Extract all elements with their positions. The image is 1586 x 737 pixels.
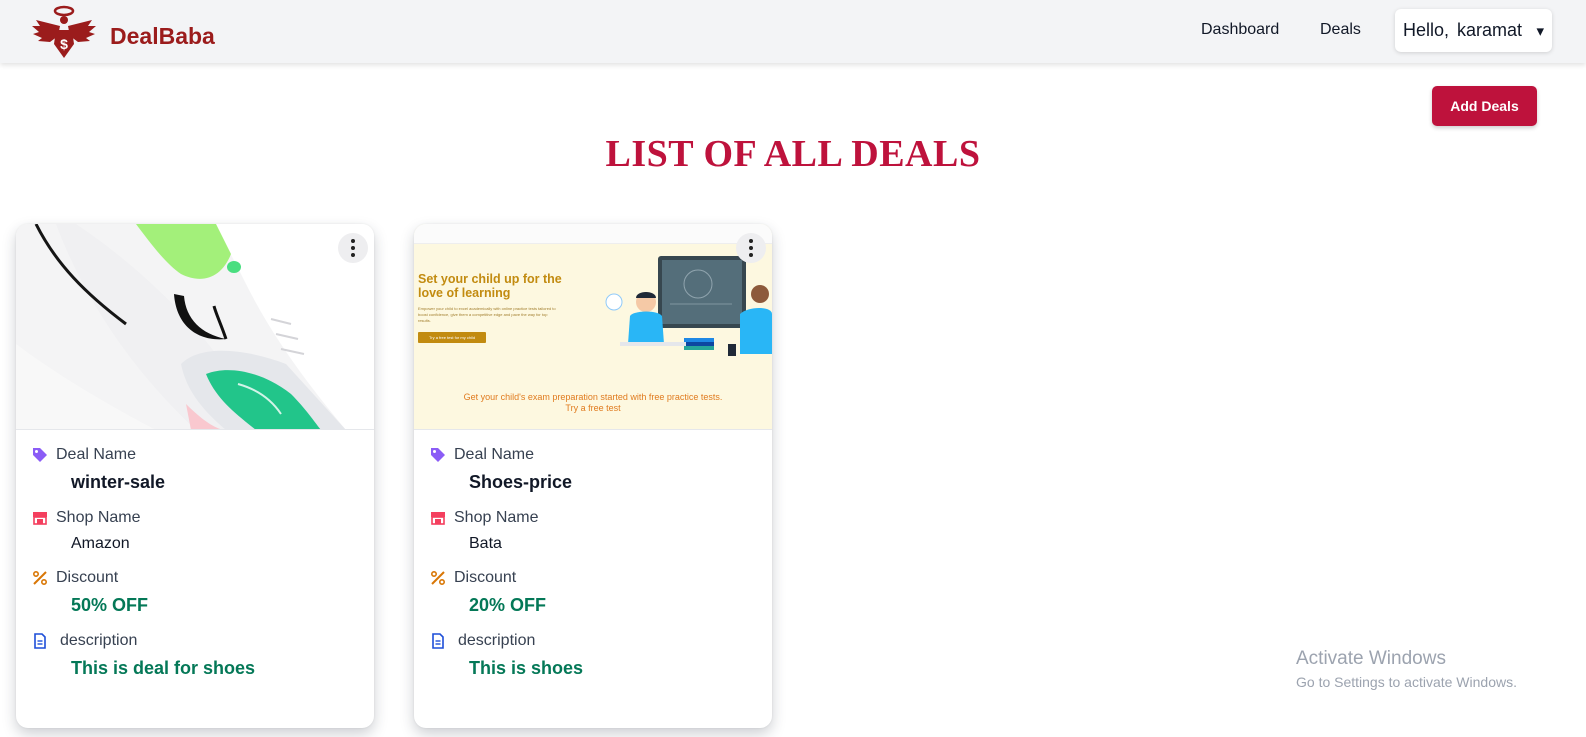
shop-name-field: Shop Name Bata — [430, 509, 539, 553]
description-field: description This is deal for shoes — [32, 632, 255, 679]
discount-value: 20% OFF — [469, 595, 547, 615]
percent-icon — [430, 570, 446, 586]
percent-icon — [32, 570, 48, 586]
tag-icon — [33, 448, 47, 462]
discount-field: Discount 20% OFF — [430, 569, 546, 616]
deal-name-field: Deal Name Shoes-price — [430, 446, 572, 493]
user-menu-button[interactable]: Hello, karamat ▾ — [1395, 9, 1552, 52]
brand-name[interactable]: DealBaba — [110, 23, 215, 50]
shop-name-value: Bata — [469, 535, 502, 552]
deal-name-value: winter-sale — [71, 472, 166, 492]
shop-name-label: Shop Name — [454, 509, 539, 526]
page-title: LIST OF ALL DEALS — [605, 133, 981, 175]
deal-name-label: Deal Name — [56, 446, 137, 463]
banner-title: Set your child up for the love of learni… — [418, 272, 562, 300]
nav-dashboard[interactable]: Dashboard — [1201, 21, 1279, 39]
username: karamat — [1457, 20, 1523, 40]
learning-banner-image: Set your child up for the love of learni… — [414, 224, 772, 429]
deal-image — [16, 224, 374, 430]
store-icon — [431, 512, 445, 525]
watermark-subtitle: Go to Settings to activate Windows. — [1296, 674, 1517, 690]
shop-name-field: Shop Name Amazon — [32, 509, 141, 553]
deal-card[interactable]: Set your child up for the love of learni… — [414, 224, 772, 728]
discount-label: Discount — [454, 569, 517, 586]
description-field: description This is shoes — [430, 632, 583, 679]
shop-name-label: Shop Name — [56, 509, 141, 526]
deal-name-field: Deal Name winter-sale — [32, 446, 165, 493]
watermark-title: Activate Windows — [1296, 648, 1446, 669]
deal-name-label: Deal Name — [454, 446, 535, 463]
document-icon — [34, 633, 46, 649]
add-deals-button[interactable]: Add Deals — [1432, 86, 1537, 126]
nav-deals[interactable]: Deals — [1320, 21, 1361, 39]
banner-body: Empower your child to excel academically… — [418, 306, 556, 323]
deal-name-value: Shoes-price — [469, 472, 573, 492]
kebab-menu-icon[interactable] — [736, 233, 766, 263]
tag-icon — [431, 448, 445, 462]
document-icon — [432, 633, 444, 649]
navbar: $ DealBaba Dashboard Deals Hello, karama… — [0, 0, 1586, 63]
banner-footer: Get your child's exam preparation starte… — [414, 392, 772, 414]
brand[interactable]: $ DealBaba — [30, 4, 215, 60]
banner-button: Try a free test for my child — [418, 332, 486, 343]
description-value: This is deal for shoes — [71, 658, 256, 678]
description-label: description — [458, 632, 536, 649]
shoe-image — [16, 224, 374, 429]
banner-footer-line1: Get your child's exam preparation starte… — [463, 392, 723, 402]
greeting: Hello, — [1403, 20, 1450, 40]
deal-image: Set your child up for the love of learni… — [414, 224, 772, 430]
description-label: description — [60, 632, 138, 649]
caret-down-icon: ▾ — [1536, 23, 1544, 40]
dealbaba-logo-icon: $ — [32, 5, 96, 58]
classroom-illustration — [605, 256, 772, 356]
discount-field: Discount 50% OFF — [32, 569, 148, 616]
description-value: This is shoes — [469, 658, 584, 678]
activate-windows-watermark: Activate Windows Go to Settings to activ… — [1296, 648, 1517, 690]
discount-label: Discount — [56, 569, 119, 586]
store-icon — [33, 512, 47, 525]
discount-value: 50% OFF — [71, 595, 149, 615]
deal-card[interactable]: Deal Name winter-sale Shop Name Amazon D… — [16, 224, 374, 728]
banner-footer-line2: Try a free test — [565, 403, 621, 413]
svg-text:$: $ — [60, 36, 68, 52]
shop-name-value: Amazon — [71, 535, 130, 552]
kebab-menu-icon[interactable] — [338, 233, 368, 263]
